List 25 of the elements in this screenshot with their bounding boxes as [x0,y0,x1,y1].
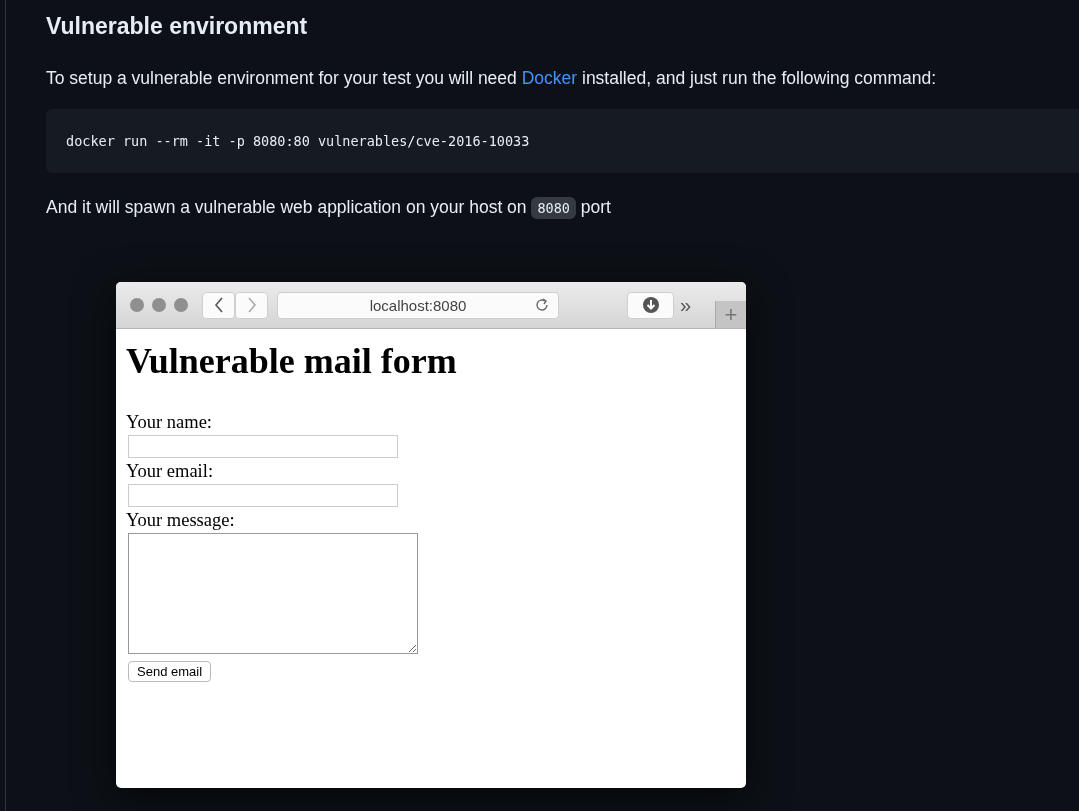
zoom-button[interactable] [174,298,188,312]
download-button[interactable] [627,291,674,319]
message-field[interactable] [128,533,418,654]
paragraph: And it will spawn a vulnerable web application on your host on 8080 port [46,196,612,221]
chevron-left-icon [213,297,224,313]
docker-link[interactable]: Docker [521,68,578,88]
forward-button[interactable] [235,291,268,319]
reload-icon[interactable] [534,297,550,313]
paragraph: To setup a vulnerable environment for your test you will need Docker installed, and just run the following command: [46,67,938,90]
minimize-button[interactable] [152,298,166,312]
section-heading: Vulnerable environment [46,12,309,41]
field-label: Your email: [126,460,215,482]
code-block: docker run --rm -it -p 8080:80 vulnerables/cve-2016-10033 [46,109,1079,173]
overflow-chevron[interactable]: » [680,293,692,317]
input-field[interactable] [128,435,398,458]
send-button[interactable]: Send email [128,661,212,682]
chevron-right-icon [246,297,257,313]
close-button[interactable] [130,298,144,312]
back-button[interactable] [202,291,235,319]
field-label: Your message: [126,509,236,531]
page-title: Vulnerable mail form [126,340,458,383]
input-field[interactable] [128,484,398,507]
address-bar[interactable]: localhost:8080 [277,291,559,319]
download-icon [641,296,660,314]
field-label: Your name: [126,411,213,433]
